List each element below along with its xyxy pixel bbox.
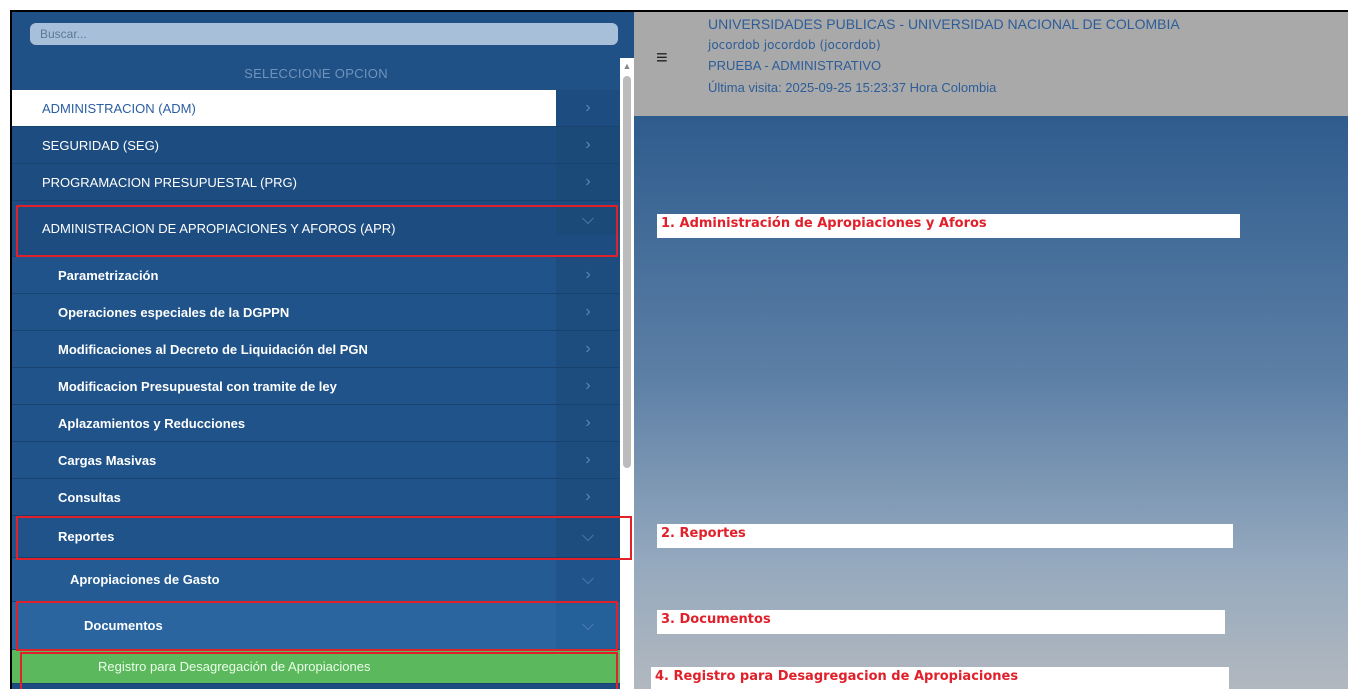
sidebar-subitem-aplazamientos[interactable]: Aplazamientos y Reducciones › [12, 405, 620, 442]
search-input[interactable] [30, 23, 618, 45]
sidebar-subitem-cargas-masivas[interactable]: Cargas Masivas › [12, 442, 620, 479]
chevron-right-icon[interactable]: › [556, 442, 620, 478]
sidebar-header: SELECCIONE OPCION [12, 58, 620, 90]
sidebar-subitem-modificaciones-decreto[interactable]: Modificaciones al Decreto de Liquidación… [12, 331, 620, 368]
sidebar-item-seg[interactable]: SEGURIDAD (SEG) › [12, 127, 620, 164]
highlight-box-reportes [16, 516, 632, 560]
chevron-right-icon[interactable]: › [556, 257, 620, 293]
last-visit: Última visita: 2025-09-25 15:23:37 Hora … [708, 80, 997, 95]
hamburger-menu-icon[interactable]: ≡ [656, 48, 676, 68]
chevron-right-icon[interactable]: › [556, 368, 620, 404]
highlight-box-apr [16, 205, 618, 257]
sidebar-subitem-operaciones[interactable]: Operaciones especiales de la DGPPN › [12, 294, 620, 331]
top-header: ≡ UNIVERSIDADES PUBLICAS - UNIVERSIDAD N… [634, 12, 1348, 116]
main-content: 1. Administración de Apropiaciones y Afo… [634, 116, 1348, 689]
user-name: jocordob jocordob (jocordob) [708, 38, 881, 52]
sidebar-item-label: Apropiaciones de Gasto [70, 572, 220, 587]
annotation-3: 3. Documentos [657, 610, 1225, 634]
annotation-1: 1. Administración de Apropiaciones y Afo… [657, 214, 1240, 238]
sidebar-subitem-consultas[interactable]: Consultas › [12, 479, 620, 516]
sidebar-item-label: Operaciones especiales de la DGPPN [58, 304, 290, 320]
sidebar-menu: ADMINISTRACION (ADM) › SEGURIDAD (SEG) ›… [12, 90, 620, 684]
sidebar-item-label: Consultas [58, 489, 121, 505]
scroll-up-arrow-icon[interactable]: ▲ [621, 60, 633, 72]
annotation-2: 2. Reportes [657, 524, 1233, 548]
chevron-right-icon[interactable]: › [556, 90, 620, 126]
chevron-right-icon[interactable]: › [556, 405, 620, 441]
sidebar-item-label: SEGURIDAD (SEG) [42, 137, 160, 153]
sidebar-item-label: PROGRAMACION PRESUPUESTAL (PRG) [42, 174, 297, 190]
sidebar-item-adm[interactable]: ADMINISTRACION (ADM) › [12, 90, 620, 127]
app-frame: SELECCIONE OPCION ADMINISTRACION (ADM) ›… [10, 10, 1348, 689]
annotation-4: 4. Registro para Desagregacion de Apropi… [651, 667, 1229, 689]
sidebar-item-label: Modificacion Presupuestal con tramite de… [58, 378, 337, 394]
sidebar-item-label: Cargas Masivas [58, 452, 157, 468]
sidebar-item-label: Aplazamientos y Reducciones [58, 415, 246, 431]
sidebar-item-label: Parametrización [58, 267, 159, 283]
chevron-right-icon[interactable]: › [556, 164, 620, 200]
sidebar: SELECCIONE OPCION ADMINISTRACION (ADM) ›… [12, 12, 634, 689]
chevron-down-icon[interactable]: ⌵ [556, 558, 620, 601]
sidebar-item-label: Modificaciones al Decreto de Liquidación… [58, 341, 368, 357]
sidebar-item-prg[interactable]: PROGRAMACION PRESUPUESTAL (PRG) › [12, 164, 620, 201]
chevron-right-icon[interactable]: › [556, 479, 620, 515]
sidebar-subitem-modificacion-ley[interactable]: Modificacion Presupuestal con tramite de… [12, 368, 620, 405]
highlight-box-documentos [16, 601, 618, 651]
sidebar-scrollbar[interactable]: ▲ [620, 58, 634, 689]
entity-name: UNIVERSIDADES PUBLICAS - UNIVERSIDAD NAC… [708, 16, 1180, 32]
scrollbar-thumb[interactable] [623, 76, 631, 468]
chevron-right-icon[interactable]: › [556, 331, 620, 367]
profile-name: PRUEBA - ADMINISTRATIVO [708, 58, 882, 73]
search-row [12, 12, 634, 58]
sidebar-subitem-apropiaciones-gasto[interactable]: Apropiaciones de Gasto ⌵ [12, 558, 620, 602]
chevron-right-icon[interactable]: › [556, 294, 620, 330]
sidebar-item-label: ADMINISTRACION (ADM) [42, 100, 196, 116]
sidebar-subitem-parametrizacion[interactable]: Parametrización › [12, 257, 620, 294]
chevron-right-icon[interactable]: › [556, 127, 620, 163]
highlight-box-registro [20, 652, 618, 689]
